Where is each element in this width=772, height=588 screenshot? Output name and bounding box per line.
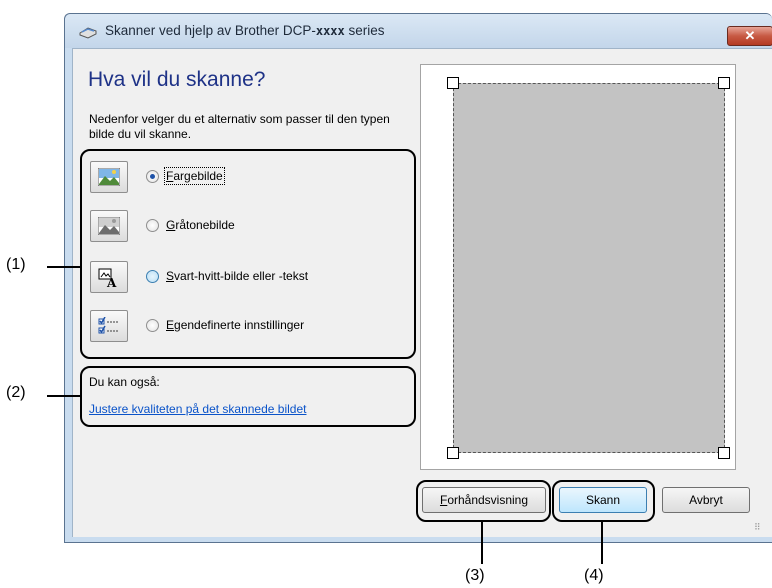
close-button[interactable]: ✕ [727, 26, 772, 46]
callout-box-preview [416, 480, 551, 522]
scanner-icon [79, 27, 97, 39]
scan-area[interactable] [453, 83, 725, 453]
callout-label-2: (2) [6, 384, 26, 401]
scan-area-handle-bottom-right[interactable] [718, 447, 730, 459]
preview-panel [420, 64, 736, 470]
title-bar[interactable]: Skanner ved hjelp av Brother DCP-xxxx se… [65, 14, 772, 48]
scan-area-handle-top-right[interactable] [718, 77, 730, 89]
callout-label-3: (3) [465, 567, 485, 584]
callout-label-4: (4) [584, 567, 604, 584]
callout-label-1: (1) [6, 256, 26, 273]
callout-line-2 [47, 395, 80, 397]
close-icon: ✕ [744, 28, 756, 43]
page-title: Hva vil du skanne? [88, 68, 266, 91]
callout-box-scan [552, 480, 655, 522]
scan-area-handle-top-left[interactable] [447, 77, 459, 89]
callout-box-extras [80, 366, 416, 427]
callout-line-1 [47, 266, 80, 268]
description-text: Nedenfor velger du et alternativ som pas… [89, 112, 390, 141]
resize-grip-icon[interactable]: ⠿ [754, 522, 761, 533]
scan-area-handle-bottom-left[interactable] [447, 447, 459, 459]
cancel-button[interactable]: Avbryt [662, 487, 750, 513]
callout-line-3 [481, 522, 483, 564]
callout-line-4 [601, 522, 603, 564]
callout-box-options [80, 149, 416, 359]
window-title: Skanner ved hjelp av Brother DCP-xxxx se… [105, 23, 385, 38]
